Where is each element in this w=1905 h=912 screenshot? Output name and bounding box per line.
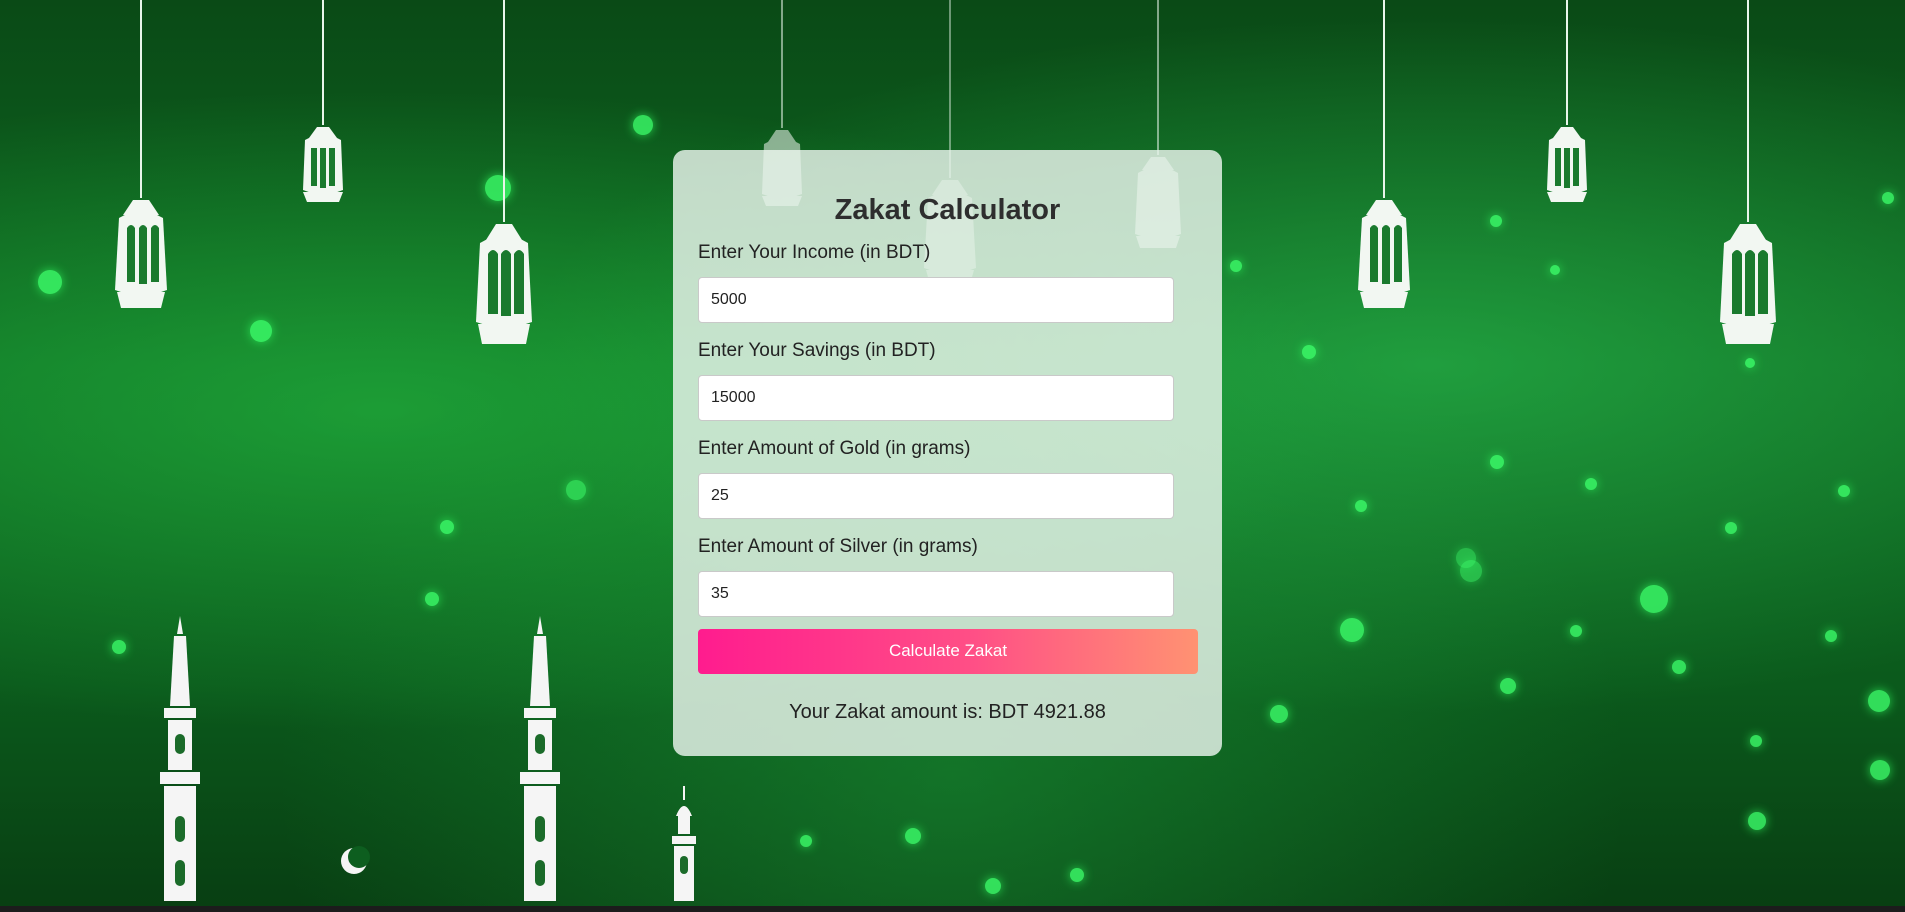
sparkle [38, 270, 62, 294]
zakat-result-text: Your Zakat amount is: BDT 4921.88 [789, 700, 1106, 723]
income-label: Enter Your Income (in BDT) [698, 242, 931, 263]
hanging-lantern-icon [283, 0, 363, 210]
sparkle [1070, 868, 1084, 882]
calculate-zakat-button[interactable]: Calculate Zakat [698, 628, 1198, 674]
sparkle [1500, 678, 1516, 694]
sparkle [1355, 500, 1367, 512]
crescent-moon-icon [338, 845, 370, 877]
sparkle [1748, 812, 1766, 830]
sparkle [1230, 260, 1242, 272]
sparkle [800, 835, 812, 847]
silver-input[interactable] [698, 570, 1174, 617]
page-title: Zakat Calculator [834, 194, 1061, 226]
zakat-calculator-card: Zakat Calculator Enter Your Income (in B… [673, 150, 1222, 756]
sparkle [1585, 478, 1597, 490]
sparkle [1302, 345, 1316, 359]
minaret-icon [510, 616, 570, 906]
sparkle [1870, 760, 1890, 780]
sparkle [1550, 265, 1560, 275]
sparkle [905, 828, 921, 844]
sparkle [1340, 618, 1364, 642]
minaret-icon [660, 786, 708, 906]
sparkle [1570, 625, 1582, 637]
hanging-lantern-icon [1527, 0, 1607, 210]
hanging-lantern-icon [464, 0, 544, 360]
sparkle [425, 592, 439, 606]
sparkle [1725, 522, 1737, 534]
sparkle [1750, 735, 1762, 747]
sparkle [1882, 192, 1894, 204]
sparkle [985, 878, 1001, 894]
bottom-edge-bar [0, 906, 1905, 912]
hanging-lantern-icon [1708, 0, 1788, 360]
sparkle [250, 320, 272, 342]
sparkle [1825, 630, 1837, 642]
sparkle [1672, 660, 1686, 674]
savings-input[interactable] [698, 374, 1174, 421]
sparkle [1270, 705, 1288, 723]
income-input[interactable] [698, 276, 1174, 323]
silver-label: Enter Amount of Silver (in grams) [698, 535, 978, 557]
sparkle [633, 115, 653, 135]
minaret-icon [150, 616, 210, 906]
sparkle [566, 480, 586, 500]
sparkle [1490, 215, 1502, 227]
sparkle [440, 520, 454, 534]
gold-label: Enter Amount of Gold (in grams) [698, 437, 971, 459]
gold-input[interactable] [698, 472, 1174, 519]
hanging-lantern-icon [101, 0, 181, 320]
hanging-lantern-icon [1344, 0, 1424, 320]
sparkle [1868, 690, 1890, 712]
sparkle [1456, 548, 1476, 568]
sparkle [112, 640, 126, 654]
sparkle [1640, 585, 1668, 613]
sparkle [1490, 455, 1504, 469]
savings-label: Enter Your Savings (in BDT) [698, 339, 936, 361]
sparkle [1838, 485, 1850, 497]
